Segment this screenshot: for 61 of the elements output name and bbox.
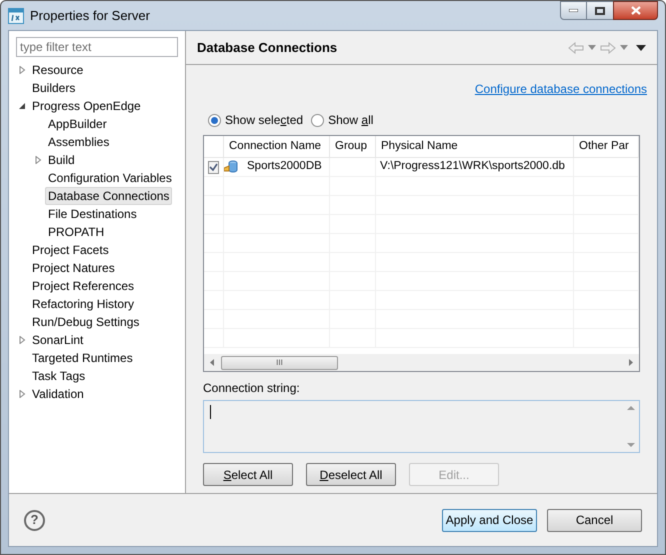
action-button[interactable]: Deselect All [306,463,396,486]
column-header[interactable]: Connection Name [229,138,322,156]
help-button[interactable]: ? [24,510,45,530]
minimize-icon [569,9,578,12]
radio-option[interactable]: Show all [311,111,374,129]
filter-field[interactable]: type filter text [16,37,178,57]
forward-arrow-icon[interactable] [600,42,616,54]
tree-item[interactable]: Project Facets [29,241,112,259]
tree-item[interactable]: Refactoring History [29,295,138,313]
window-title: Properties for Server [30,6,150,25]
action-button[interactable]: Select All [203,463,293,486]
maximize-button[interactable] [587,1,613,20]
dropdown-caret-icon[interactable] [588,45,596,50]
horizontal-scrollbar[interactable]: III [204,354,639,371]
connection-string-field[interactable] [203,400,640,453]
scroll-up-icon[interactable] [626,406,634,410]
tree-item[interactable]: Run/Debug Settings [29,313,142,331]
column-header[interactable]: Physical Name [381,138,458,156]
tree-item[interactable]: Build [45,151,78,169]
tree-item[interactable]: File Destinations [45,205,140,223]
minimize-button[interactable] [560,1,587,20]
dialog-button[interactable]: Cancel [547,508,642,532]
collapsed-arrow-icon[interactable] [18,66,26,74]
database-icon [224,160,239,174]
tree-item[interactable]: PROPATH [45,223,108,241]
close-button[interactable] [613,1,658,20]
tree-item[interactable]: Validation [29,385,87,403]
collapsed-arrow-icon[interactable] [34,156,42,164]
tree-item[interactable]: Configuration Variables [45,169,175,187]
scroll-thumb[interactable]: III [221,356,338,370]
dialog-button[interactable]: Apply and Close [442,508,537,532]
close-icon [630,6,640,15]
expanded-arrow-icon[interactable] [18,102,26,110]
tree-item[interactable]: Project References [29,277,138,295]
maximize-icon [595,6,605,14]
tree-item[interactable]: Progress OpenEdge [29,97,144,115]
tree-item[interactable]: Database Connections [45,187,172,205]
menu-caret-icon[interactable] [636,44,646,50]
table-cell-text: Sports2000DB [247,159,322,174]
column-header[interactable]: Other Par [579,138,629,156]
collapsed-arrow-icon[interactable] [18,390,26,398]
page-title: Database Connections [197,38,338,57]
collapsed-arrow-icon[interactable] [18,336,26,344]
tree-item[interactable]: Task Tags [29,367,88,385]
connection-string-label: Connection string: [203,380,301,397]
configure-link[interactable]: Configure database connections [474,80,647,98]
tree-item[interactable]: Builders [29,79,78,97]
table-cell-text: V:\Progress121\WRK\sports2000.db [380,159,565,174]
tree-item[interactable]: Resource [29,61,86,79]
column-header[interactable]: Group [335,138,367,156]
app-icon [8,8,24,24]
back-arrow-icon[interactable] [568,42,584,54]
tree-item[interactable]: SonarLint [29,331,86,349]
row-checkbox[interactable] [208,160,219,174]
tree-item[interactable]: AppBuilder [45,115,110,133]
dropdown-caret-icon[interactable] [620,45,628,50]
tree-item[interactable]: Assemblies [45,133,112,151]
tree-item[interactable]: Project Natures [29,259,118,277]
radio-option[interactable]: Show selected [208,111,304,129]
scroll-down-icon[interactable] [626,443,634,447]
tree-item[interactable]: Targeted Runtimes [29,349,136,367]
